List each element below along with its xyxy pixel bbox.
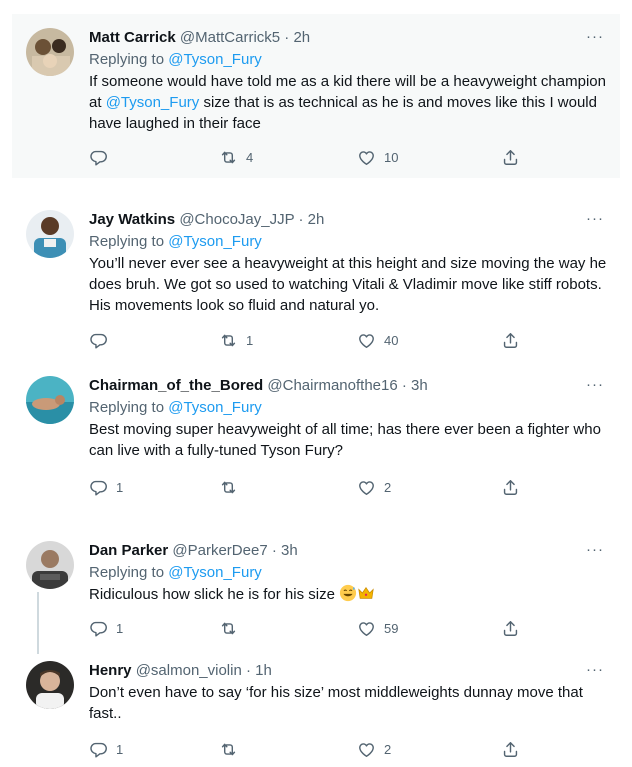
share-icon: [501, 478, 520, 497]
grinning-sweat-emoji: [340, 584, 357, 602]
reply-mention-link[interactable]: @Tyson_Fury: [168, 399, 262, 416]
like-icon: [357, 148, 376, 167]
replying-to: Replying to @Tyson_Fury: [89, 564, 262, 581]
reply-icon: [89, 148, 108, 167]
share-button[interactable]: [501, 478, 520, 497]
share-button[interactable]: [501, 740, 520, 759]
reply-button[interactable]: [89, 331, 116, 350]
tweet-text: You’ll never ever see a heavyweight at t…: [89, 255, 607, 314]
retweet-icon: [219, 148, 238, 167]
reply-mention-link[interactable]: @Tyson_Fury: [168, 564, 262, 581]
share-button[interactable]: [501, 331, 520, 350]
retweet-button[interactable]: [219, 619, 246, 638]
like-icon: [357, 740, 376, 759]
tweet-text: Best moving super heavyweight of all tim…: [89, 421, 601, 459]
tweet-time[interactable]: · 2h: [284, 29, 310, 46]
tweet-text: Ridiculous how slick he is for his size: [89, 584, 608, 605]
like-button[interactable]: 10: [357, 148, 398, 167]
reply-icon: [89, 740, 108, 759]
reply-button[interactable]: [89, 148, 116, 167]
share-icon: [501, 331, 520, 350]
more-options-icon[interactable]: ···: [586, 28, 604, 45]
tweet[interactable]: Jay Watkins @ChocoJay_JJP · 2h ··· Reply…: [12, 200, 620, 360]
tweet-time[interactable]: · 2h: [299, 211, 325, 228]
more-options-icon[interactable]: ···: [586, 376, 604, 393]
reply-button[interactable]: 1: [89, 478, 123, 497]
reply-mention-link[interactable]: @Tyson_Fury: [168, 233, 262, 250]
user-handle[interactable]: @ChocoJay_JJP: [179, 211, 294, 228]
reply-mention-link[interactable]: @Tyson_Fury: [168, 51, 262, 68]
more-options-icon[interactable]: ···: [586, 541, 604, 558]
tweet-actions: 1 2: [89, 478, 549, 500]
avatar[interactable]: [26, 28, 74, 76]
tweet-actions: 4 10: [89, 148, 549, 170]
reply-button[interactable]: 1: [89, 740, 123, 759]
tweet[interactable]: Matt Carrick @MattCarrick5 · 2h ··· Repl…: [12, 14, 620, 178]
more-options-icon[interactable]: ···: [586, 210, 604, 227]
user-handle[interactable]: @salmon_violin: [136, 662, 242, 679]
user-handle[interactable]: @Chairmanofthe16: [267, 377, 397, 394]
retweet-button[interactable]: 4: [219, 148, 253, 167]
tweet-actions: 1 59: [89, 619, 549, 641]
replying-to: Replying to @Tyson_Fury: [89, 51, 262, 68]
user-handle[interactable]: @MattCarrick5: [180, 29, 280, 46]
tweet-time[interactable]: · 3h: [272, 542, 298, 559]
share-icon: [501, 148, 520, 167]
tweet[interactable]: Dan Parker @ParkerDee7 · 3h ··· Replying…: [12, 533, 620, 643]
crown-emoji: [358, 586, 374, 599]
reply-button[interactable]: 1: [89, 619, 123, 638]
retweet-button[interactable]: 1: [219, 331, 253, 350]
user-handle[interactable]: @ParkerDee7: [172, 542, 267, 559]
tweet-text: If someone would have told me as a kid t…: [89, 73, 606, 132]
like-button[interactable]: 40: [357, 331, 398, 350]
like-button[interactable]: 59: [357, 619, 398, 638]
tweet-actions: 1 40: [89, 331, 549, 353]
tweet-time[interactable]: · 3h: [402, 377, 428, 394]
display-name[interactable]: Dan Parker: [89, 542, 168, 559]
more-options-icon[interactable]: ···: [586, 661, 604, 678]
display-name[interactable]: Chairman_of_the_Bored: [89, 377, 263, 394]
retweet-button[interactable]: [219, 478, 246, 497]
reply-icon: [89, 619, 108, 638]
mention-link[interactable]: @Tyson_Fury: [106, 94, 200, 111]
retweet-icon: [219, 740, 238, 759]
replying-to: Replying to @Tyson_Fury: [89, 399, 262, 416]
tweet[interactable]: Henry @salmon_violin · 1h ··· Don’t even…: [12, 655, 620, 767]
retweet-icon: [219, 478, 238, 497]
like-button[interactable]: 2: [357, 478, 391, 497]
reply-icon: [89, 478, 108, 497]
share-button[interactable]: [501, 148, 520, 167]
display-name[interactable]: Henry: [89, 662, 132, 679]
share-icon: [501, 740, 520, 759]
share-button[interactable]: [501, 619, 520, 638]
like-button[interactable]: 2: [357, 740, 391, 759]
tweet-time[interactable]: · 1h: [246, 662, 272, 679]
reply-icon: [89, 331, 108, 350]
avatar[interactable]: [26, 376, 74, 424]
avatar[interactable]: [26, 661, 74, 709]
tweet[interactable]: Chairman_of_the_Bored @Chairmanofthe16 ·…: [12, 370, 620, 510]
display-name[interactable]: Matt Carrick: [89, 29, 176, 46]
like-icon: [357, 478, 376, 497]
retweet-icon: [219, 619, 238, 638]
tweet-text: Don’t even have to say ‘for his size’ mo…: [89, 684, 583, 722]
replying-to: Replying to @Tyson_Fury: [89, 233, 262, 250]
share-icon: [501, 619, 520, 638]
retweet-button[interactable]: [219, 740, 246, 759]
avatar[interactable]: [26, 541, 74, 589]
avatar[interactable]: [26, 210, 74, 258]
tweet-actions: 1 2: [89, 740, 549, 762]
display-name[interactable]: Jay Watkins: [89, 211, 175, 228]
like-icon: [357, 619, 376, 638]
like-icon: [357, 331, 376, 350]
retweet-icon: [219, 331, 238, 350]
